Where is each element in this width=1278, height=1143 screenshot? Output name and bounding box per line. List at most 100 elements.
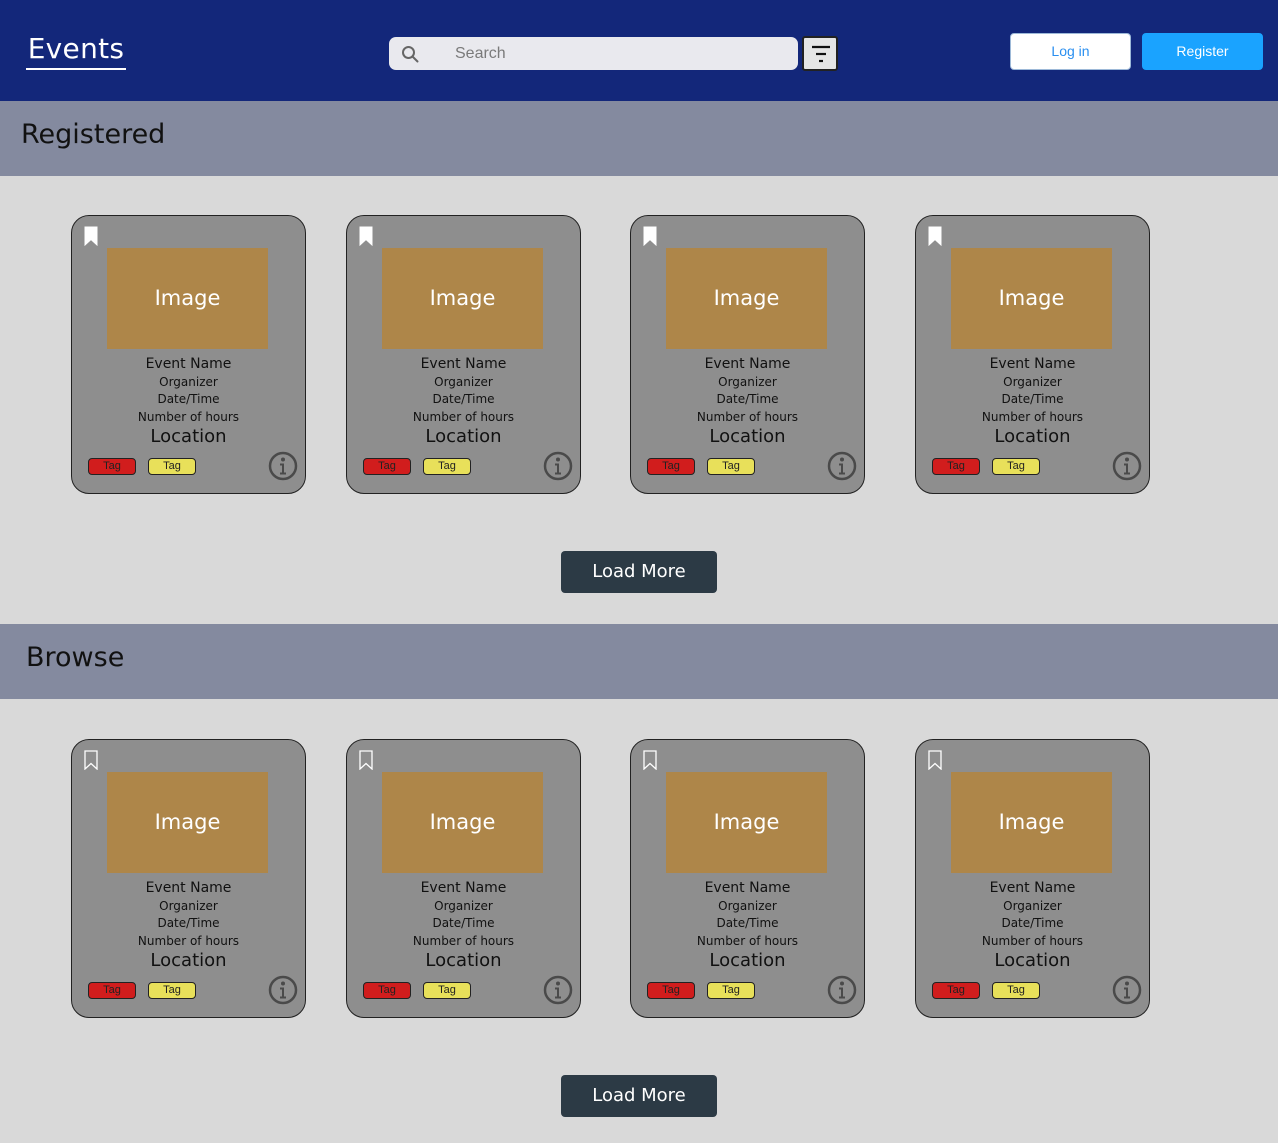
event-organizer: Organizer [434, 375, 493, 389]
info-icon[interactable] [543, 451, 573, 481]
event-datetime: Date/Time [157, 392, 220, 406]
tag-badge[interactable]: Tag [707, 982, 755, 999]
event-hours: Number of hours [981, 934, 1084, 948]
filter-icon [812, 45, 830, 63]
event-hours: Number of hours [696, 410, 799, 424]
event-organizer: Organizer [1003, 375, 1062, 389]
section-title: Registered [21, 119, 166, 150]
info-icon[interactable] [268, 451, 298, 481]
event-hours: Number of hours [412, 410, 515, 424]
register-button[interactable]: Register [1142, 33, 1263, 70]
bookmark-filled-icon[interactable] [359, 226, 373, 246]
load-more-button[interactable]: Load More [561, 1075, 717, 1117]
info-icon[interactable] [1112, 451, 1142, 481]
event-image: Image [666, 772, 827, 873]
event-hours: Number of hours [137, 934, 240, 948]
event-card[interactable]: Image Event Name Organizer Date/Time Num… [346, 739, 581, 1018]
bookmark-outline-icon[interactable] [928, 750, 942, 770]
event-image: Image [107, 772, 268, 873]
tag-badge[interactable]: Tag [992, 458, 1040, 475]
event-name: Event Name [145, 880, 232, 896]
event-image: Image [951, 248, 1112, 349]
event-card[interactable]: Image Event Name Organizer Date/Time Num… [915, 739, 1150, 1018]
registered-section-header: Registered [0, 101, 1278, 176]
event-location: Location [994, 950, 1071, 971]
event-name: Event Name [704, 356, 791, 372]
event-datetime: Date/Time [716, 916, 779, 930]
event-location: Location [709, 950, 786, 971]
event-location: Location [709, 426, 786, 447]
event-name: Event Name [420, 880, 507, 896]
info-icon[interactable] [827, 975, 857, 1005]
filter-button[interactable] [802, 36, 838, 71]
app-title[interactable]: Events [26, 30, 126, 70]
bookmark-outline-icon[interactable] [359, 750, 373, 770]
tag-badge[interactable]: Tag [647, 982, 695, 999]
event-location: Location [994, 426, 1071, 447]
event-hours: Number of hours [412, 934, 515, 948]
event-image: Image [382, 772, 543, 873]
event-image: Image [951, 772, 1112, 873]
event-card[interactable]: Image Event Name Organizer Date/Time Num… [630, 739, 865, 1018]
info-icon[interactable] [268, 975, 298, 1005]
event-name: Event Name [704, 880, 791, 896]
event-name: Event Name [145, 356, 232, 372]
tag-badge[interactable]: Tag [707, 458, 755, 475]
info-icon[interactable] [543, 975, 573, 1005]
tag-badge[interactable]: Tag [148, 458, 196, 475]
event-organizer: Organizer [159, 375, 218, 389]
info-icon[interactable] [1112, 975, 1142, 1005]
bookmark-filled-icon[interactable] [643, 226, 657, 246]
event-image: Image [107, 248, 268, 349]
event-hours: Number of hours [137, 410, 240, 424]
search-icon [402, 46, 419, 63]
event-location: Location [150, 950, 227, 971]
tag-badge[interactable]: Tag [932, 982, 980, 999]
event-name: Event Name [989, 356, 1076, 372]
browse-section-header: Browse [0, 624, 1278, 699]
tag-badge[interactable]: Tag [88, 458, 136, 475]
bookmark-outline-icon[interactable] [643, 750, 657, 770]
bookmark-filled-icon[interactable] [928, 226, 942, 246]
event-name: Event Name [420, 356, 507, 372]
event-card[interactable]: Image Event Name Organizer Date/Time Num… [915, 215, 1150, 494]
event-organizer: Organizer [159, 899, 218, 913]
tag-badge[interactable]: Tag [423, 982, 471, 999]
tag-badge[interactable]: Tag [88, 982, 136, 999]
event-location: Location [150, 426, 227, 447]
event-name: Event Name [989, 880, 1076, 896]
event-datetime: Date/Time [432, 392, 495, 406]
event-card[interactable]: Image Event Name Organizer Date/Time Num… [71, 215, 306, 494]
event-card[interactable]: Image Event Name Organizer Date/Time Num… [71, 739, 306, 1018]
tag-badge[interactable]: Tag [992, 982, 1040, 999]
load-more-button[interactable]: Load More [561, 551, 717, 593]
tag-badge[interactable]: Tag [423, 458, 471, 475]
event-organizer: Organizer [434, 899, 493, 913]
event-datetime: Date/Time [716, 392, 779, 406]
event-image: Image [666, 248, 827, 349]
event-hours: Number of hours [981, 410, 1084, 424]
info-icon[interactable] [827, 451, 857, 481]
tag-badge[interactable]: Tag [148, 982, 196, 999]
event-organizer: Organizer [718, 375, 777, 389]
tag-badge[interactable]: Tag [647, 458, 695, 475]
search-bar[interactable] [389, 37, 798, 70]
event-datetime: Date/Time [157, 916, 220, 930]
event-datetime: Date/Time [1001, 916, 1064, 930]
event-datetime: Date/Time [1001, 392, 1064, 406]
event-card[interactable]: Image Event Name Organizer Date/Time Num… [630, 215, 865, 494]
event-card[interactable]: Image Event Name Organizer Date/Time Num… [346, 215, 581, 494]
event-organizer: Organizer [1003, 899, 1062, 913]
tag-badge[interactable]: Tag [932, 458, 980, 475]
event-image: Image [382, 248, 543, 349]
bookmark-outline-icon[interactable] [84, 750, 98, 770]
tag-badge[interactable]: Tag [363, 458, 411, 475]
section-title: Browse [26, 642, 125, 673]
event-datetime: Date/Time [432, 916, 495, 930]
bookmark-filled-icon[interactable] [84, 226, 98, 246]
search-input[interactable] [455, 37, 785, 70]
event-hours: Number of hours [696, 934, 799, 948]
login-button[interactable]: Log in [1010, 33, 1131, 70]
tag-badge[interactable]: Tag [363, 982, 411, 999]
top-navbar: Events Log in Register [0, 0, 1278, 101]
